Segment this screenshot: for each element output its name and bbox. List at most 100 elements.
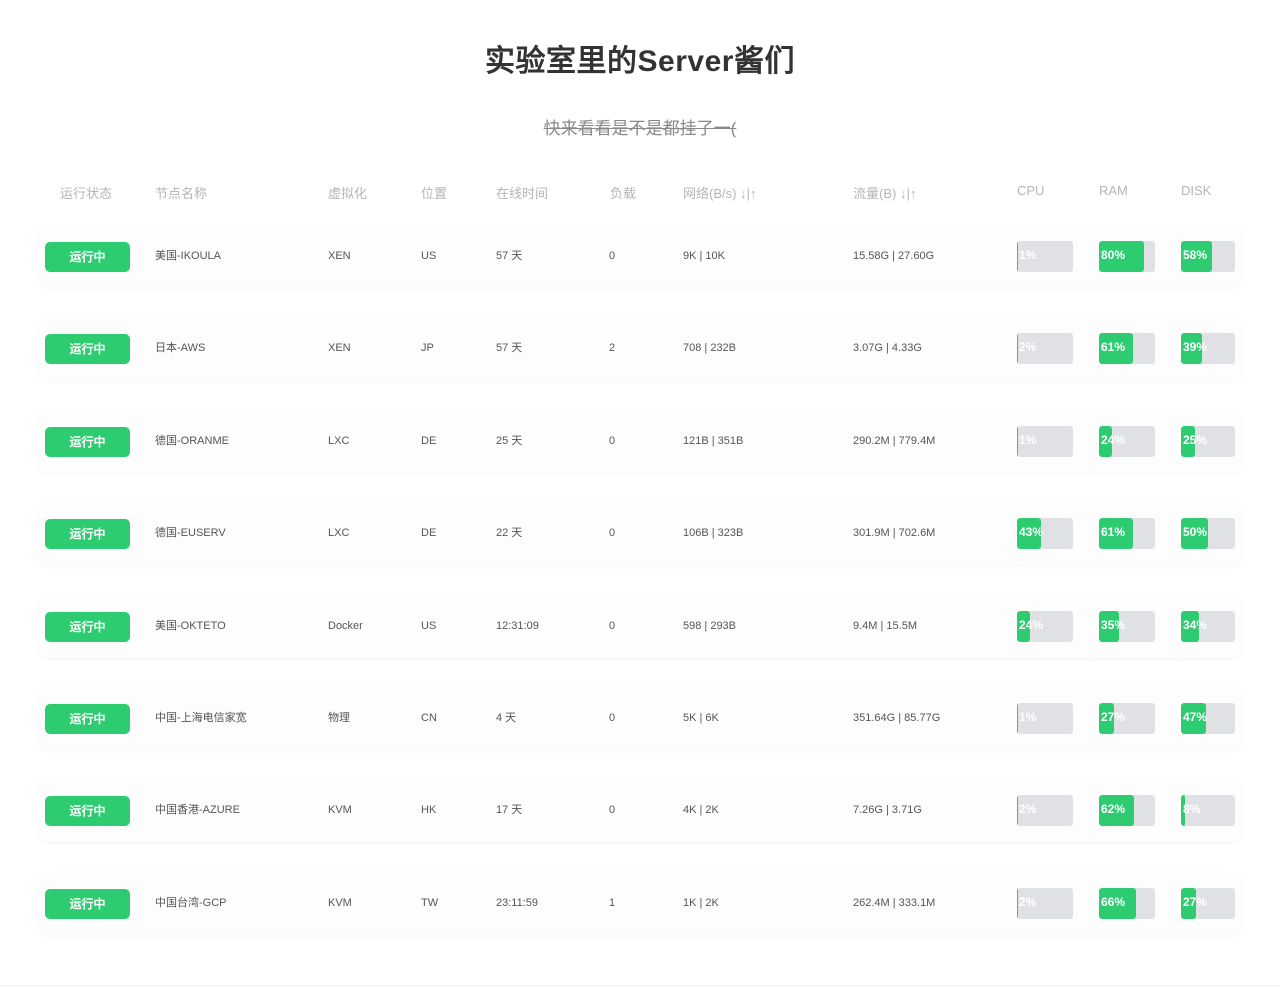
traffic: 3.07G | 4.33G xyxy=(853,342,922,354)
page-subtitle: 快来看看是不是都挂了一( xyxy=(543,119,737,138)
header-status[interactable]: 运行状态 xyxy=(60,183,112,202)
load: 0 xyxy=(609,527,616,539)
table-row: 运行中 美国-OKTETO Docker US 12:31:09 0 598 | 293B 9… xyxy=(40,595,1240,657)
status-badge: 运行中 xyxy=(45,519,130,549)
divider xyxy=(0,985,1280,986)
location: DE xyxy=(421,435,437,447)
uptime: 57 天 xyxy=(496,342,523,354)
network-speed: 4K | 2K xyxy=(683,804,719,816)
disk-usage-bar: 50% xyxy=(1181,518,1235,549)
ram-usage-label: 61% xyxy=(1101,525,1126,539)
uptime: 57 天 xyxy=(496,250,523,262)
node-name: 日本-AWS xyxy=(155,342,206,354)
virtualization: KVM xyxy=(328,804,352,816)
node-name: 美国-OKTETO xyxy=(155,620,226,632)
status-badge: 运行中 xyxy=(45,427,130,457)
table-row: 运行中 德国-EUSERV LXC DE 22 天 0 106B | 323B 301.9M … xyxy=(40,502,1240,564)
virtualization: LXC xyxy=(328,527,350,539)
status-badge: 运行中 xyxy=(45,242,130,272)
disk-usage-bar: 58% xyxy=(1181,241,1235,272)
header-disk[interactable]: DISK xyxy=(1181,183,1211,198)
cpu-usage-fill xyxy=(1017,241,1018,272)
traffic: 290.2M | 779.4M xyxy=(853,435,936,447)
node-name: 德国-ORANME xyxy=(155,435,229,447)
header-name[interactable]: 节点名称 xyxy=(155,183,207,202)
header-uptime[interactable]: 在线时间 xyxy=(496,183,548,202)
cpu-usage-fill xyxy=(1017,888,1019,919)
location: TW xyxy=(421,897,439,909)
page-title: 实验室里的Server酱们 xyxy=(485,45,795,78)
disk-usage-bar: 39% xyxy=(1181,333,1235,364)
ram-usage-label: 35% xyxy=(1101,618,1126,632)
node-name: 中国台湾-GCP xyxy=(155,897,227,909)
table-row: 运行中 美国-IKOULA XEN US 57 天 0 9K | 10K 15.58G | 2… xyxy=(40,225,1240,287)
virtualization: Docker xyxy=(328,620,363,632)
uptime: 4 天 xyxy=(496,712,517,724)
cpu-usage-bar: 2% xyxy=(1017,333,1073,364)
uptime: 22 天 xyxy=(496,527,523,539)
location: US xyxy=(421,620,437,632)
disk-usage-label: 58% xyxy=(1183,248,1208,262)
ram-usage-bar: 27% xyxy=(1099,703,1155,734)
ram-usage-bar: 61% xyxy=(1099,518,1155,549)
ram-usage-label: 66% xyxy=(1101,895,1126,909)
header-ram[interactable]: RAM xyxy=(1099,183,1128,198)
virtualization: KVM xyxy=(328,897,352,909)
cpu-usage-fill xyxy=(1017,426,1018,457)
disk-usage-bar: 8% xyxy=(1181,795,1235,826)
header-traffic[interactable]: 流量(B) ↓|↑ xyxy=(853,183,916,202)
node-name: 德国-EUSERV xyxy=(155,527,226,539)
load: 0 xyxy=(609,804,616,816)
status-badge: 运行中 xyxy=(45,889,130,919)
disk-usage-bar: 47% xyxy=(1181,703,1235,734)
header-location[interactable]: 位置 xyxy=(421,183,447,202)
disk-usage-label: 34% xyxy=(1183,618,1208,632)
cpu-usage-label: 1% xyxy=(1019,433,1037,447)
traffic: 7.26G | 3.71G xyxy=(853,804,922,816)
cpu-usage-bar: 2% xyxy=(1017,795,1073,826)
ram-usage-label: 24% xyxy=(1101,433,1126,447)
table-row: 运行中 日本-AWS XEN JP 57 天 2 708 | 232B 3.07G | 4.3… xyxy=(40,317,1240,379)
ram-usage-label: 27% xyxy=(1101,710,1126,724)
load: 0 xyxy=(609,435,616,447)
cpu-usage-bar: 1% xyxy=(1017,703,1073,734)
server-status-page: 实验室里的Server酱们 快来看看是不是都挂了一( 运行状态 节点名称 虚拟化… xyxy=(0,0,1280,987)
cpu-usage-bar: 2% xyxy=(1017,888,1073,919)
header-cpu[interactable]: CPU xyxy=(1017,183,1044,198)
cpu-usage-fill xyxy=(1017,703,1018,734)
node-name: 中国香港-AZURE xyxy=(155,804,240,816)
status-badge: 运行中 xyxy=(45,796,130,826)
header-virt[interactable]: 虚拟化 xyxy=(328,183,367,202)
ram-usage-bar: 35% xyxy=(1099,611,1155,642)
header-network[interactable]: 网络(B/s) ↓|↑ xyxy=(683,183,756,202)
location: HK xyxy=(421,804,437,816)
cpu-usage-label: 1% xyxy=(1019,248,1037,262)
status-badge: 运行中 xyxy=(45,612,130,642)
virtualization: LXC xyxy=(328,435,350,447)
network-speed: 708 | 232B xyxy=(683,342,737,354)
header-load[interactable]: 负载 xyxy=(610,183,636,202)
disk-usage-label: 39% xyxy=(1183,340,1208,354)
disk-usage-bar: 27% xyxy=(1181,888,1235,919)
traffic: 351.64G | 85.77G xyxy=(853,712,941,724)
disk-usage-label: 50% xyxy=(1183,525,1208,539)
network-speed: 9K | 10K xyxy=(683,250,725,262)
traffic: 15.58G | 27.60G xyxy=(853,250,935,262)
disk-usage-bar: 34% xyxy=(1181,611,1235,642)
cpu-usage-label: 1% xyxy=(1019,710,1037,724)
uptime: 25 天 xyxy=(496,435,523,447)
uptime: 12:31:09 xyxy=(496,620,539,632)
cpu-usage-label: 2% xyxy=(1019,802,1037,816)
network-speed: 121B | 351B xyxy=(683,435,744,447)
cpu-usage-label: 2% xyxy=(1019,895,1037,909)
cpu-usage-fill xyxy=(1017,333,1019,364)
cpu-usage-bar: 43% xyxy=(1017,518,1073,549)
cpu-usage-label: 24% xyxy=(1019,618,1044,632)
ram-usage-bar: 80% xyxy=(1099,241,1155,272)
table-row: 运行中 中国-上海电信家宽 物理 CN 4 天 0 5K | 6K 351.64G | 85.… xyxy=(40,687,1240,749)
location: JP xyxy=(421,342,434,354)
disk-usage-bar: 25% xyxy=(1181,426,1235,457)
table-row: 运行中 中国香港-AZURE KVM HK 17 天 0 4K | 2K 7.26G | 3.… xyxy=(40,779,1240,841)
cpu-usage-bar: 24% xyxy=(1017,611,1073,642)
uptime: 17 天 xyxy=(496,804,523,816)
